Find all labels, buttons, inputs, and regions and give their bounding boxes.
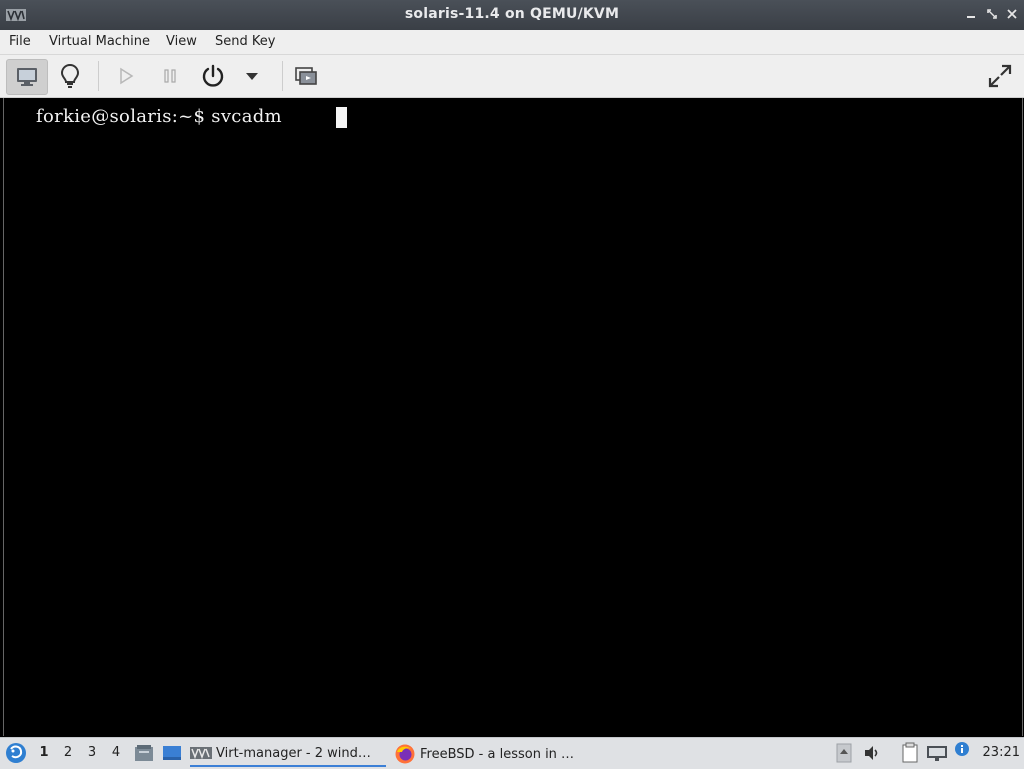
notification-button[interactable] bbox=[952, 741, 972, 765]
snapshot-icon bbox=[295, 67, 317, 85]
file-manager-launcher[interactable] bbox=[134, 743, 154, 767]
show-console-button[interactable] bbox=[6, 59, 48, 95]
desktop-icon bbox=[163, 746, 181, 760]
console-cursor bbox=[336, 107, 347, 128]
close-button[interactable] bbox=[1005, 7, 1019, 21]
taskbar: 1 2 3 4 Virt-manager - 2 wind… FreeBSD -… bbox=[0, 737, 1024, 769]
clipboard-icon bbox=[902, 742, 918, 763]
volume-icon bbox=[865, 746, 878, 760]
network-icon bbox=[927, 746, 947, 761]
toolbar bbox=[0, 55, 1024, 98]
volume-button[interactable] bbox=[862, 743, 882, 767]
lightbulb-icon bbox=[60, 63, 80, 88]
snapshots-button[interactable] bbox=[286, 59, 326, 93]
task-label: FreeBSD - a lesson in … bbox=[420, 746, 575, 762]
window-title: solaris-11.4 on QEMU/KVM bbox=[404, 6, 620, 22]
start-menu-button[interactable] bbox=[4, 741, 28, 765]
file-manager-icon bbox=[135, 745, 153, 761]
show-details-button[interactable] bbox=[50, 59, 90, 93]
shutdown-button[interactable] bbox=[193, 59, 233, 93]
vm-console-display[interactable]: forkie@solaris:~$ svcadm bbox=[3, 98, 1023, 736]
window-titlebar[interactable]: solaris-11.4 on QEMU/KVM bbox=[0, 0, 1024, 30]
clock[interactable]: 23:21 bbox=[983, 745, 1020, 760]
maximize-button[interactable] bbox=[985, 7, 999, 21]
lxqt-logo-icon bbox=[6, 743, 26, 763]
workspace-1[interactable]: 1 bbox=[36, 745, 52, 760]
menu-view[interactable]: View bbox=[166, 34, 197, 49]
menu-send-key[interactable]: Send Key bbox=[215, 34, 275, 49]
fullscreen-icon bbox=[988, 64, 1012, 88]
firefox-icon bbox=[395, 744, 415, 764]
clipboard-button[interactable] bbox=[900, 742, 920, 768]
task-firefox[interactable]: FreeBSD - a lesson in … bbox=[394, 741, 590, 767]
virt-manager-icon bbox=[190, 747, 212, 760]
toolbar-separator bbox=[98, 61, 99, 91]
monitor-icon bbox=[17, 68, 37, 86]
run-button[interactable] bbox=[106, 59, 146, 93]
power-icon bbox=[202, 64, 224, 87]
show-desktop-button[interactable] bbox=[162, 743, 182, 767]
pause-button[interactable] bbox=[150, 59, 190, 93]
task-virt-manager[interactable]: Virt-manager - 2 wind… bbox=[190, 741, 386, 767]
minimize-button[interactable] bbox=[964, 7, 978, 21]
fullscreen-button[interactable] bbox=[980, 59, 1020, 93]
minimize-icon bbox=[967, 16, 975, 18]
close-icon bbox=[1007, 9, 1017, 19]
menu-file[interactable]: File bbox=[9, 34, 31, 49]
restore-icon bbox=[987, 9, 997, 19]
shutdown-menu-button[interactable] bbox=[232, 59, 272, 93]
network-button[interactable] bbox=[926, 743, 948, 767]
menu-virtual-machine[interactable]: Virtual Machine bbox=[49, 34, 150, 49]
tray-show-hidden-button[interactable] bbox=[836, 743, 852, 767]
pause-icon bbox=[164, 69, 176, 83]
caret-down-icon bbox=[246, 73, 258, 80]
info-icon bbox=[955, 742, 969, 756]
workspace-4[interactable]: 4 bbox=[108, 745, 124, 760]
workspace-3[interactable]: 3 bbox=[84, 745, 100, 760]
menubar: File Virtual Machine View Send Key bbox=[0, 30, 1024, 55]
arrow-up-icon bbox=[836, 743, 852, 763]
console-prompt-line: forkie@solaris:~$ svcadm bbox=[36, 106, 288, 127]
task-label: Virt-manager - 2 wind… bbox=[216, 745, 371, 761]
play-icon bbox=[120, 67, 134, 85]
workspace-2[interactable]: 2 bbox=[60, 745, 76, 760]
toolbar-separator bbox=[282, 61, 283, 91]
